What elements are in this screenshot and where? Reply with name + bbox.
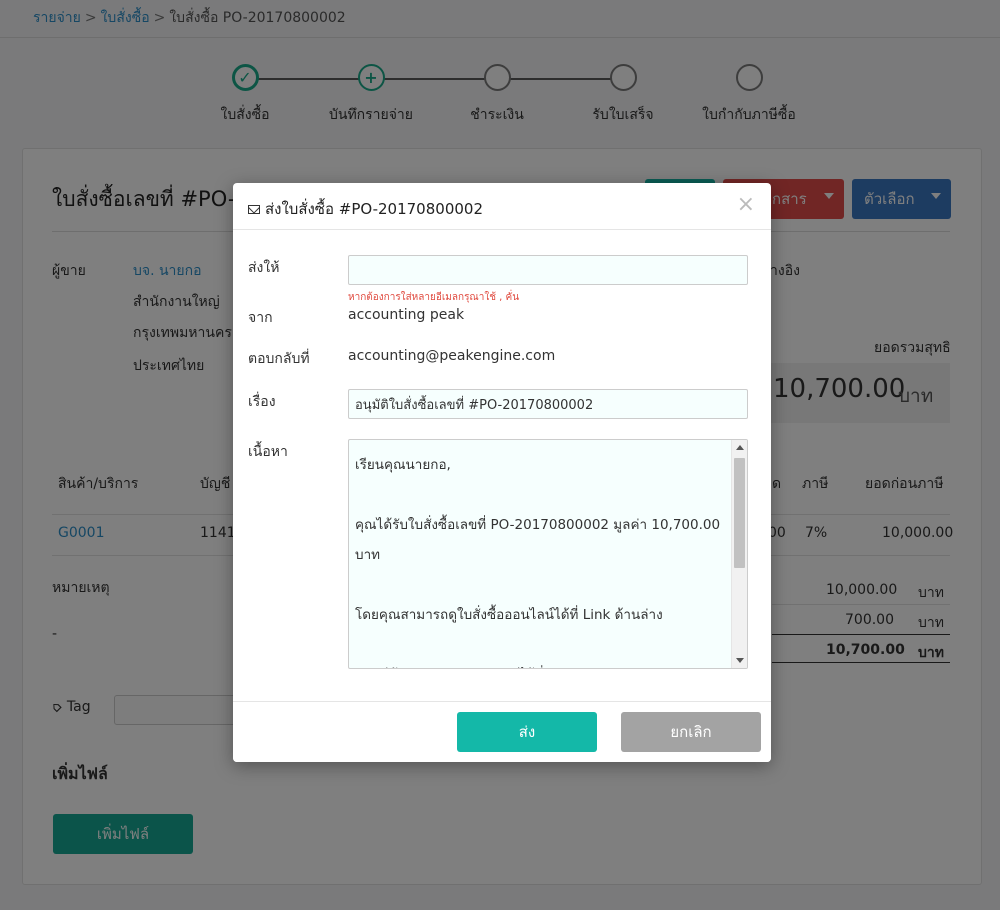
from-value: accounting peak <box>348 307 465 323</box>
send-email-modal: ส่งใบสั่งซื้อ #PO-20170800002 × ส่งให้ ห… <box>233 183 771 762</box>
body-textarea[interactable]: เรียนคุณนายกอ, คุณได้รับใบสั่งซื้อเลขที่… <box>348 439 748 669</box>
modal-header: ส่งใบสั่งซื้อ #PO-20170800002 × <box>233 183 771 230</box>
body-line <box>355 480 730 510</box>
reply-to-value: accounting@peakengine.com <box>348 348 556 364</box>
to-hint: หากต้องการใส่หลายอีเมลกรุณาใช้ , คั่น <box>348 292 520 303</box>
modal-footer: ส่ง ยกเลิก <box>233 701 771 762</box>
subject-label: เรื่อง <box>248 394 276 410</box>
textarea-scrollbar[interactable] <box>731 440 747 668</box>
to-label: ส่งให้ <box>248 260 280 276</box>
body-line: หากมีข้อสงสัยสามารถติดต่อได้ที่ <box>355 660 730 668</box>
from-label: จาก <box>248 310 273 326</box>
subject-input[interactable] <box>348 389 748 419</box>
scroll-up-icon[interactable] <box>736 445 744 450</box>
to-email-input[interactable] <box>348 255 748 285</box>
body-line <box>355 570 730 600</box>
body-label: เนื้อหา <box>248 444 288 460</box>
body-line: เรียนคุณนายกอ, <box>355 457 451 473</box>
modal-title: ส่งใบสั่งซื้อ #PO-20170800002 <box>248 197 483 221</box>
body-line: คุณได้รับใบสั่งซื้อเลขที่ PO-20170800002… <box>355 517 721 563</box>
body-line <box>355 630 730 660</box>
body-line: โดยคุณสามารถดูใบสั่งซื้อออนไลน์ได้ที่ Li… <box>355 607 663 623</box>
envelope-icon <box>248 204 260 214</box>
close-icon[interactable]: × <box>737 192 755 217</box>
body-text: เรียนคุณนายกอ, คุณได้รับใบสั่งซื้อเลขที่… <box>355 450 730 668</box>
cancel-button[interactable]: ยกเลิก <box>621 712 761 752</box>
scroll-down-icon[interactable] <box>736 658 744 663</box>
reply-to-label: ตอบกลับที่ <box>248 351 310 367</box>
send-button[interactable]: ส่ง <box>457 712 597 752</box>
scroll-thumb[interactable] <box>734 458 745 568</box>
modal-title-text: ส่งใบสั่งซื้อ #PO-20170800002 <box>265 200 483 218</box>
